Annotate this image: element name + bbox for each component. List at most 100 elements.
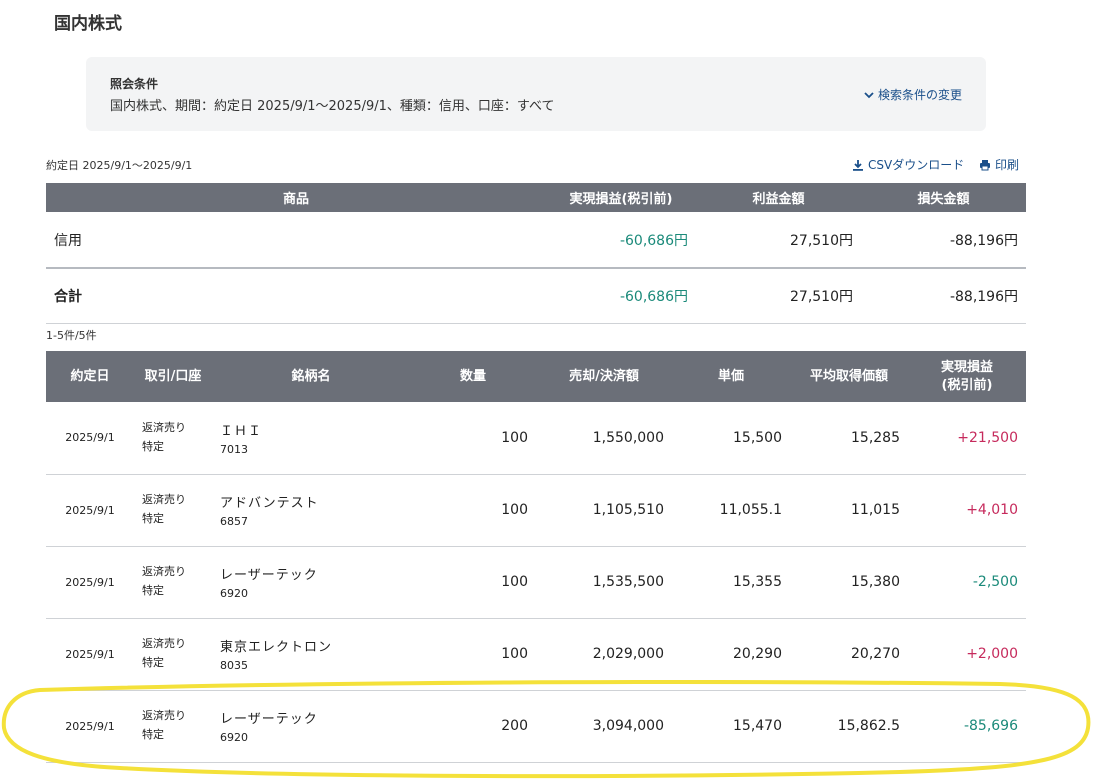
row-avg: 15,285 — [790, 402, 908, 475]
summary-profit: 27,510円 — [696, 212, 861, 269]
row-pl: +4,010 — [908, 474, 1026, 547]
header-amount: 売却/決済額 — [536, 351, 672, 402]
row-account: 特定 — [142, 439, 164, 453]
row-price: 20,290 — [672, 618, 790, 691]
result-count: 1-5件/5件 — [46, 329, 97, 342]
summary-header-product: 商品 — [46, 183, 546, 212]
download-icon — [853, 159, 863, 171]
row-stock: レーザーテック 6920 — [212, 546, 410, 619]
row-stock-code: 6857 — [220, 515, 248, 528]
summary-pl: -60,686円 — [546, 212, 696, 269]
row-date: 2025/9/1 — [46, 474, 134, 547]
header-qty: 数量 — [410, 351, 536, 402]
row-price: 11,055.1 — [672, 474, 790, 547]
row-trade: 返済売り 特定 — [134, 618, 212, 691]
print-icon — [980, 159, 990, 170]
row-stock: 東京エレクトロン 8035 — [212, 618, 410, 691]
row-amount: 1,550,000 — [536, 402, 672, 475]
row-pl: -85,696 — [908, 690, 1026, 763]
row-amount: 1,535,500 — [536, 546, 672, 619]
row-stock: ＩＨＩ 7013 — [212, 402, 410, 475]
conditions-text: 国内株式、期間：約定日 2025/9/1〜2025/9/1、種類：信用、口座：す… — [110, 99, 555, 114]
page-title: 国内株式 — [54, 14, 122, 34]
header-price: 単価 — [672, 351, 790, 402]
summary-row: 信用 -60,686円 27,510円 -88,196円 — [46, 212, 1026, 269]
row-price: 15,470 — [672, 690, 790, 763]
table-row: 2025/9/1 返済売り 特定 ＩＨＩ 7013 100 1,550,000 15… — [46, 402, 1026, 475]
table-row: 2025/9/1 返済売り特定 レーザーテック 6920 200 3,094,00… — [46, 690, 1026, 763]
table-row: 2025/9/1 返済売り特定 アドバンテスト 6857 100 1,105,51… — [46, 474, 1026, 547]
print-link[interactable]: 印刷 — [979, 156, 1019, 173]
row-pl: +21,500 — [908, 402, 1026, 475]
summary-header-profit: 利益金額 — [696, 183, 861, 212]
summary-total-profit: 27,510円 — [696, 268, 861, 324]
header-date: 約定日 — [46, 351, 134, 402]
row-pl: +2,000 — [908, 618, 1026, 691]
row-stock-code: 6920 — [220, 731, 248, 744]
conditions-title: 照会条件 — [110, 77, 159, 91]
header-pl-line2: (税引前) — [941, 377, 993, 393]
row-trade: 返済売り 特定 — [134, 690, 212, 763]
row-date: 2025/9/1 — [46, 618, 134, 691]
row-pl: -2,500 — [908, 546, 1026, 619]
row-trade-type: 返済売り — [142, 709, 186, 723]
summary-header-loss: 損失金額 — [861, 183, 1026, 212]
row-qty: 100 — [410, 474, 536, 547]
header-pl-line1: 実現損益 — [940, 359, 993, 375]
row-date: 2025/9/1 — [46, 690, 134, 763]
header-pl: 実現損益 (税引前) — [908, 351, 1026, 402]
change-conditions-link[interactable]: 検索条件の変更 — [864, 86, 962, 103]
chevron-down-icon — [864, 91, 874, 98]
row-stock-name: レーザーテック — [220, 568, 318, 583]
row-stock-code: 7013 — [220, 442, 248, 456]
table-row: 2025/9/1 返済売り特定 レーザーテック 6920 100 1,535,50… — [46, 546, 1026, 619]
row-account: 特定 — [142, 728, 164, 741]
summary-header-row: 商品 実現損益(税引前) 利益金額 損失金額 — [46, 183, 1026, 212]
row-stock-name: アドバンテスト — [220, 496, 319, 511]
row-qty: 100 — [410, 546, 536, 619]
csv-download-link[interactable]: CSVダウンロード — [852, 156, 964, 173]
summary-header-pl: 実現損益(税引前) — [546, 183, 696, 212]
summary-table: 商品 実現損益(税引前) 利益金額 損失金額 信用 -60,686円 27,51… — [46, 183, 1026, 324]
row-date: 2025/9/1 — [46, 402, 134, 475]
row-avg: 11,015 — [790, 474, 908, 547]
header-trade: 取引/口座 — [134, 351, 212, 402]
row-qty: 200 — [410, 690, 536, 763]
row-stock-name: ＩＨＩ — [220, 423, 263, 439]
row-account: 特定 — [142, 656, 164, 669]
row-trade-type: 返済売り — [142, 493, 186, 507]
row-stock-name: 東京エレクトロン — [220, 640, 333, 655]
search-conditions-box: 照会条件 国内株式、期間：約定日 2025/9/1〜2025/9/1、種類：信用… — [86, 57, 986, 131]
row-amount: 1,105,510 — [536, 474, 672, 547]
table-row: 2025/9/1 返済売り特定 東京エレクトロン 8035 100 2,029,0… — [46, 618, 1026, 691]
row-avg: 15,862.5 — [790, 690, 908, 763]
row-trade: 返済売り 特定 — [134, 546, 212, 619]
row-price: 15,355 — [672, 546, 790, 619]
summary-loss: -88,196円 — [861, 212, 1026, 269]
change-conditions-label: 検索条件の変更 — [877, 88, 962, 102]
row-avg: 15,380 — [790, 546, 908, 619]
summary-total-pl: -60,686円 — [546, 268, 696, 324]
row-trade-type: 返済売り — [142, 565, 186, 579]
row-stock-name: レーザーテック — [220, 712, 318, 727]
row-avg: 20,270 — [790, 618, 908, 691]
row-trade-type: 返済売り — [142, 637, 186, 651]
row-stock-code: 8035 — [220, 659, 248, 672]
print-label: 印刷 — [995, 158, 1020, 172]
row-trade-type: 返済売り — [142, 421, 186, 435]
header-stock: 銘柄名 — [212, 351, 410, 402]
csv-label: CSVダウンロード — [868, 158, 965, 172]
row-stock: アドバンテスト 6857 — [212, 474, 410, 547]
row-account: 特定 — [142, 584, 164, 597]
row-trade: 返済売り 特定 — [134, 474, 212, 547]
row-account: 特定 — [142, 512, 164, 525]
row-date: 2025/9/1 — [46, 546, 134, 619]
row-qty: 100 — [410, 618, 536, 691]
row-amount: 2,029,000 — [536, 618, 672, 691]
row-amount: 3,094,000 — [536, 690, 672, 763]
summary-total-label: 合計 — [46, 268, 546, 324]
summary-total-loss: -88,196円 — [861, 268, 1026, 324]
page: 国内株式 照会条件 国内株式、期間：約定日 2025/9/1〜2025/9/1、… — [0, 0, 1095, 783]
summary-product: 信用 — [46, 212, 546, 269]
period-label: 約定日 2025/9/1〜2025/9/1 — [46, 159, 193, 172]
